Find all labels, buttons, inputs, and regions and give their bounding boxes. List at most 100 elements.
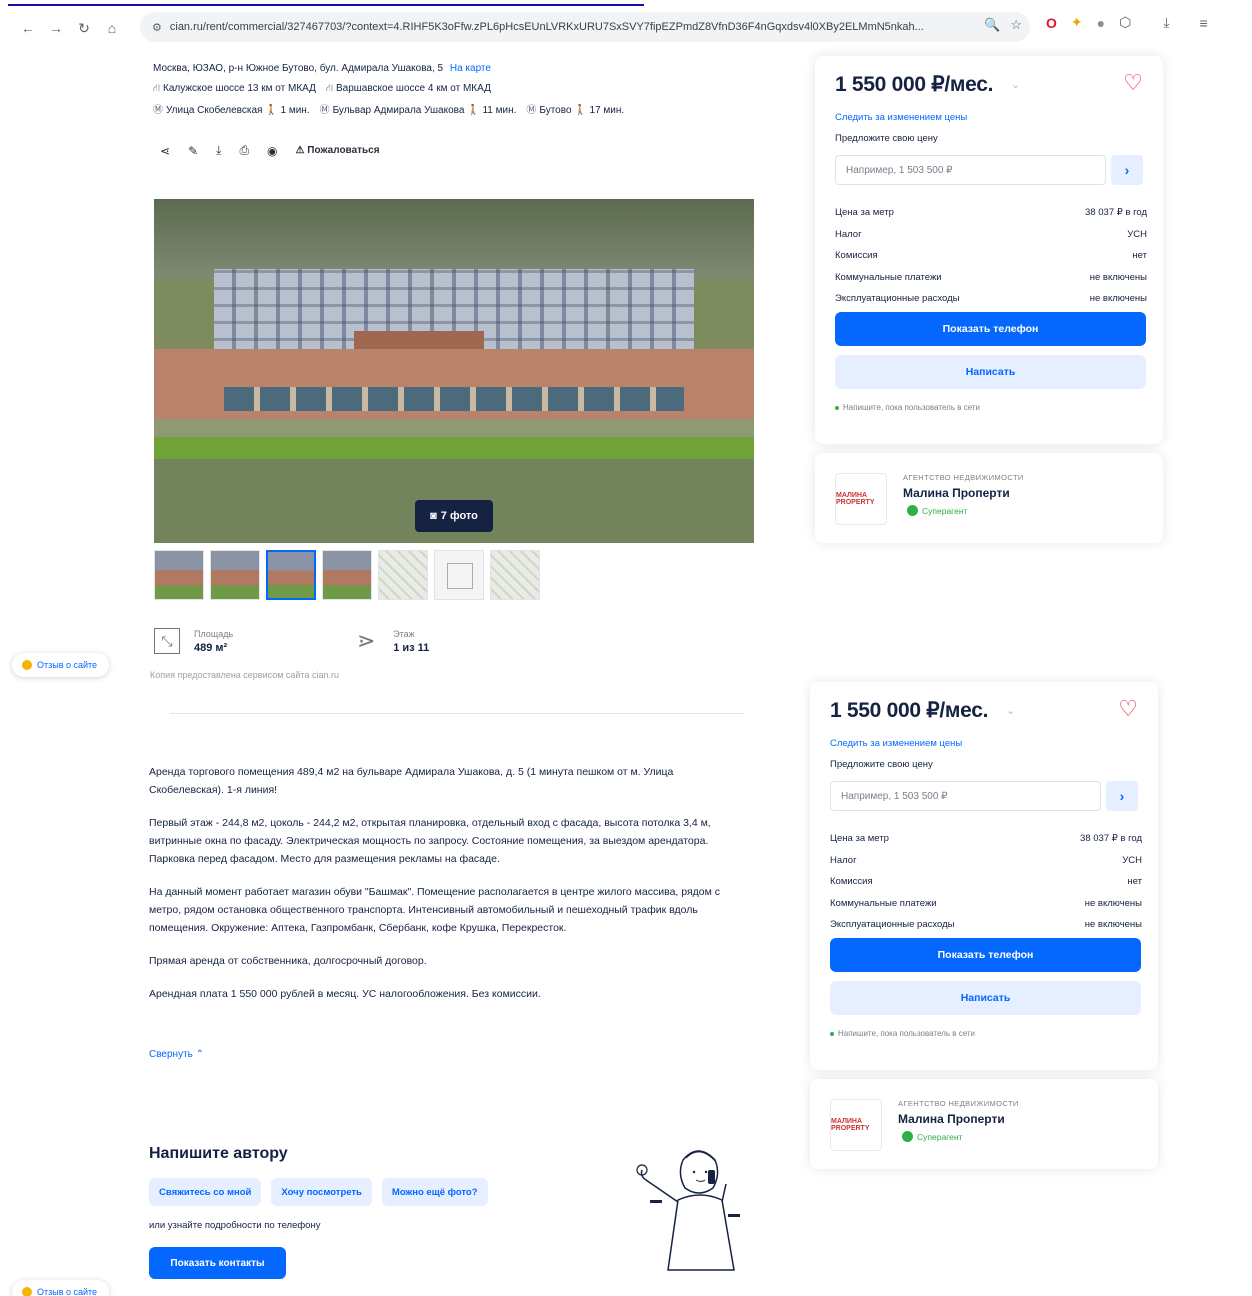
photo-sky — [154, 199, 754, 279]
fact-area: ⤡ Площадь 489 м² — [154, 628, 233, 654]
offer-price-input[interactable]: Например, 1 503 500 ₽ — [835, 155, 1106, 185]
chip-contact-me[interactable]: Свяжитесь со мной — [149, 1178, 262, 1206]
reload-icon[interactable]: ↻ — [70, 14, 98, 42]
online-dot-icon — [830, 1031, 834, 1036]
menu-icon[interactable]: ≡ — [1200, 15, 1208, 31]
metro-item[interactable]: Ⓜ Бутово 🚶 17 мин. — [526, 100, 624, 122]
map-link[interactable]: На карте — [450, 63, 491, 74]
description-paragraph: Аренда торгового помещения 489,4 м2 на б… — [149, 766, 674, 796]
share-icon[interactable]: ⋖ — [160, 144, 170, 158]
description-paragraph: Прямая аренда от собственника, долгосроч… — [149, 955, 427, 967]
write-button[interactable]: Написать — [830, 981, 1141, 1015]
price-row: Цена за метр 38 037 ₽ в год — [835, 207, 1147, 218]
thumbnail[interactable] — [322, 550, 372, 600]
bookmark-star-icon[interactable]: ☆ — [1010, 17, 1022, 33]
agent-card[interactable]: МАЛИНА PROPERTY АГЕНТСТВО НЕДВИЖИМОСТИ М… — [810, 1079, 1158, 1169]
highways-line: ⛙ Калужское шоссе 13 км от МКАД ⛙ Варшавск… — [153, 78, 753, 100]
back-icon[interactable]: ← — [14, 14, 42, 42]
photos-count-button[interactable]: ◙ 7 фото — [415, 500, 493, 532]
smile-icon — [22, 660, 32, 670]
forward-icon[interactable]: → — [42, 14, 70, 42]
price-history-caret-icon[interactable]: ⌄ — [1011, 78, 1020, 91]
cut-off-text: Копия предоставлена сервисом сайта cian.… — [150, 670, 339, 680]
collapse-description-link[interactable]: Свернуть ⌃ — [149, 1049, 204, 1060]
metro-icon: Ⓜ — [153, 105, 163, 116]
thumbnail-map[interactable] — [378, 550, 428, 600]
offer-submit-arrow-icon[interactable]: › — [1106, 781, 1138, 811]
chip-want-to-see[interactable]: Хочу посмотреть — [271, 1178, 372, 1206]
zoom-icon[interactable]: 🔍 — [984, 17, 1000, 33]
fact-floor: ⋗ Этаж 1 из 11 — [353, 628, 429, 654]
address-text[interactable]: Москва, ЮЗАО, р-н Южное Бутово, бул. Адм… — [153, 63, 443, 74]
thumbnail-floor-plan[interactable] — [490, 550, 540, 600]
complain-button[interactable]: ⚠ Пожаловаться — [296, 145, 380, 156]
stairs-icon: ⋗ — [356, 628, 376, 653]
description: Аренда торгового помещения 489,4 м2 на б… — [149, 763, 749, 1018]
home-icon[interactable]: ⌂ — [98, 14, 126, 42]
superagent-badge: Суперагент — [907, 505, 967, 516]
offer-price-input[interactable]: Например, 1 503 500 ₽ — [830, 781, 1101, 811]
price: 1 550 000 ₽/мес. — [835, 73, 994, 96]
favorite-heart-icon[interactable]: ♡ — [1118, 696, 1138, 722]
address-bar[interactable]: ⚙ cian.ru/rent/commercial/327467703/?con… — [140, 12, 1030, 42]
thumbnail-active[interactable] — [266, 550, 316, 600]
site-info-icon[interactable]: ⚙ — [152, 21, 162, 34]
agent-name[interactable]: Малина Проперти — [903, 486, 1010, 500]
road-icon: ⛙ — [153, 83, 161, 94]
girl-with-phone-illustration — [636, 1150, 740, 1271]
price-details: Цена за метр 38 037 ₽ в год Налог УСН Коми… — [835, 202, 1147, 310]
highway-item[interactable]: ⛙ Варшавское шоссе 4 км от МКАД — [326, 78, 491, 100]
fact-label: Площадь — [194, 628, 234, 639]
offer-submit-arrow-icon[interactable]: › — [1111, 155, 1143, 185]
area-icon: ⤡ — [154, 628, 180, 654]
highway-item[interactable]: ⛙ Калужское шоссе 13 км от МКАД — [153, 78, 316, 100]
write-button[interactable]: Написать — [835, 355, 1146, 389]
edit-icon[interactable]: ✎ — [188, 144, 198, 158]
show-phone-button[interactable]: Показать телефон — [830, 938, 1141, 972]
agent-kind: АГЕНТСТВО НЕДВИЖИМОСТИ — [898, 1099, 1019, 1108]
hide-icon[interactable]: ◉ — [267, 144, 277, 158]
show-contacts-button[interactable]: Показать контакты — [149, 1247, 286, 1279]
follow-price-link[interactable]: Следить за изменением цены — [830, 738, 962, 749]
agent-kind: АГЕНТСТВО НЕДВИЖИМОСТИ — [903, 473, 1024, 482]
extension-icon[interactable]: ● — [1097, 15, 1105, 31]
main-photo[interactable] — [154, 199, 754, 543]
price-row: Налог УСН — [830, 854, 1142, 866]
road-icon: ⛙ — [325, 83, 333, 94]
favorite-heart-icon[interactable]: ♡ — [1123, 70, 1143, 96]
chip-more-photos[interactable]: Можно ещё фото? — [381, 1178, 488, 1206]
metro-item[interactable]: Ⓜ Бульвар Адмирала Ушакова 🚶 11 мин. — [320, 100, 517, 122]
agent-card[interactable]: МАЛИНА PROPERTY АГЕНТСТВО НЕДВИЖИМОСТИ М… — [815, 453, 1163, 543]
online-note: Напишите, пока пользователь в сети — [835, 403, 980, 412]
url-text[interactable]: cian.ru/rent/commercial/327467703/?conte… — [170, 21, 970, 33]
superagent-icon — [907, 505, 918, 516]
price-history-caret-icon[interactable]: ⌄ — [1006, 704, 1015, 717]
thumbnail[interactable] — [154, 550, 204, 600]
agent-name[interactable]: Малина Проперти — [898, 1112, 1005, 1126]
print-icon[interactable]: ⎙ — [239, 143, 249, 158]
site-feedback-button[interactable]: Отзыв о сайте — [12, 1280, 110, 1296]
site-feedback-button[interactable]: Отзыв о сайте — [12, 653, 110, 677]
follow-price-link[interactable]: Следить за изменением цены — [835, 112, 967, 123]
extension-icon[interactable]: ✦ — [1071, 14, 1083, 31]
contact-author-title: Напишите автору — [149, 1145, 288, 1162]
extensions-puzzle-icon[interactable]: ⬡ — [1119, 14, 1131, 31]
fact-value: 1 из 11 — [393, 641, 430, 654]
thumbnail-floor-plan[interactable] — [434, 550, 484, 600]
download-icon[interactable]: ⤓ — [1163, 14, 1169, 31]
agency-logo: МАЛИНА PROPERTY — [835, 473, 887, 525]
thumbnail[interactable] — [210, 550, 260, 600]
browser-toolbar: ← → ↻ ⌂ ⚙ cian.ru/rent/commercial/327467… — [0, 10, 1252, 46]
superagent-icon — [902, 1131, 913, 1142]
top-link-underline[interactable] — [8, 0, 644, 6]
description-paragraph: На данный момент работает магазин обуви … — [149, 886, 720, 934]
show-phone-button[interactable]: Показать телефон — [835, 312, 1146, 346]
divider — [170, 713, 745, 714]
metro-item[interactable]: Ⓜ Улица Скобелевская 🚶 1 мин. — [153, 100, 310, 122]
download-pdf-icon[interactable]: ⤓ — [216, 143, 221, 158]
price-row: Эксплуатационные расходы не включены — [835, 293, 1147, 304]
listing-toolbar: ⋖ ✎ ⤓ ⎙ ◉ ⚠ Пожаловаться — [160, 143, 380, 158]
price-card: 1 550 000 ₽/мес. ⌄ ♡ Следить за изменени… — [815, 56, 1163, 444]
opera-extension-icon[interactable]: O — [1046, 15, 1057, 31]
smile-icon — [22, 1287, 32, 1296]
